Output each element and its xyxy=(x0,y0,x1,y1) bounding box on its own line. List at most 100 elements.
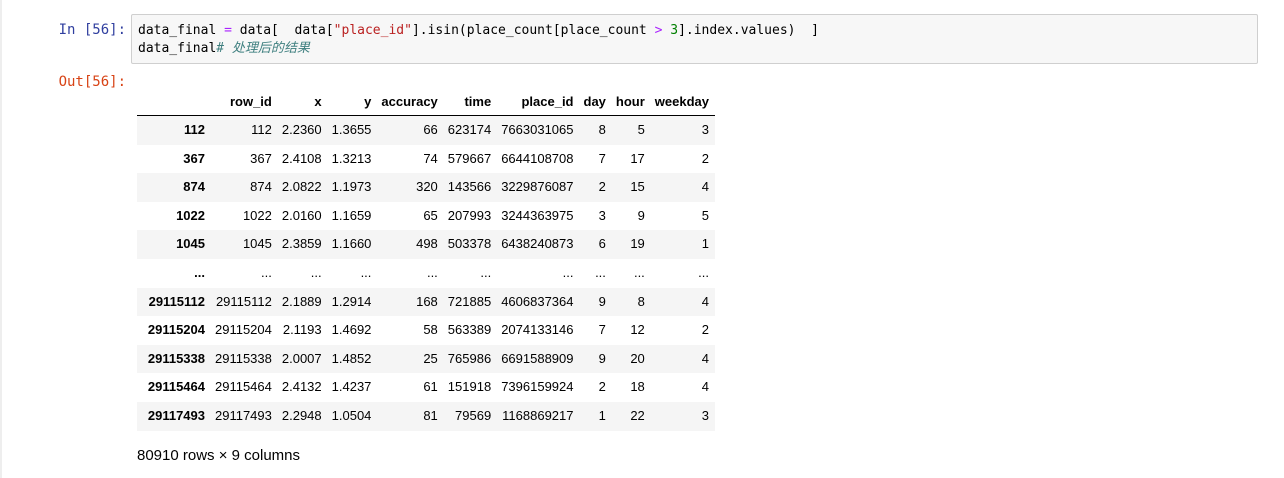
table-cell: 29117493 xyxy=(215,407,272,423)
column-header-y: y xyxy=(321,88,372,116)
table-cell: 2.1193 xyxy=(282,322,322,338)
table-cell: 2.1889 xyxy=(281,293,322,309)
table-cell: ... xyxy=(633,264,645,280)
table-cell: 1.1973 xyxy=(331,179,372,195)
table-cell: 25 xyxy=(423,350,438,366)
column-header-time: time xyxy=(437,88,492,116)
notebook-cell: In [56]: data_final = data[ data["place_… xyxy=(0,0,1284,478)
table-row: 29115112 29115112 2.1889 1.2914 168 721885 460… xyxy=(137,287,715,317)
table-cell: 765986 xyxy=(447,350,492,366)
table-cell: ... xyxy=(562,264,574,280)
column-header-place-id: place_id xyxy=(491,88,574,116)
table-cell: 8 xyxy=(637,293,645,309)
table-cell: 2.2360 xyxy=(281,122,322,137)
table-cell: 4 xyxy=(701,379,709,395)
code-token: ].index.values) ] xyxy=(678,23,819,38)
table-cell: 1.1659 xyxy=(331,207,372,223)
table-cell: 58 xyxy=(423,322,438,338)
table-cell: 1.0504 xyxy=(331,407,372,423)
table-cell: 7 xyxy=(598,322,606,338)
table-cell: 143566 xyxy=(447,179,492,195)
table-row: 1045 1045 2.3859 1.1660 498 503378 6438240873 6… xyxy=(137,230,715,259)
table-cell: 19 xyxy=(630,236,645,252)
table-cell: 4 xyxy=(701,293,709,309)
table-cell: 6 xyxy=(598,236,606,252)
row-index: 112 xyxy=(184,122,205,137)
table-cell: ... xyxy=(310,264,322,280)
code-token: # 处理后的结果 xyxy=(216,41,310,56)
table-cell: 3 xyxy=(701,407,709,423)
table-cell: 7396159924 xyxy=(501,379,574,395)
table-row: 29115464 29115464 2.4132 1.4237 61 151918 7396… xyxy=(137,373,715,402)
table-cell: 65 xyxy=(423,207,438,223)
table-cell: ... xyxy=(426,264,438,280)
table-cell: 12 xyxy=(630,322,645,338)
table-cell: 168 xyxy=(416,293,438,309)
table-cell: 29115338 xyxy=(215,350,272,366)
table-cell: 7 xyxy=(598,150,606,166)
table-cell: 1 xyxy=(598,407,606,423)
table-cell: 2.4132 xyxy=(281,379,322,395)
table-cell: 3 xyxy=(701,122,709,137)
column-header-accuracy: accuracy xyxy=(371,88,438,116)
table-cell: 2 xyxy=(701,322,709,338)
table-cell: 112 xyxy=(251,122,272,137)
table-cell: 2.4108 xyxy=(281,150,322,166)
table-row: .............................. xyxy=(137,258,715,288)
table-cell: 721885 xyxy=(447,293,492,309)
table-cell: 2.0822 xyxy=(281,179,322,195)
table-cell: 79569 xyxy=(455,407,492,423)
table-cell: 17 xyxy=(630,150,645,166)
table-cell: 1022 xyxy=(242,207,272,223)
code-token: 3 xyxy=(670,23,679,38)
table-cell: 8 xyxy=(598,122,606,137)
code-line-1: data_final = data[ data["place_id"].isin… xyxy=(138,23,819,38)
table-cell: ... xyxy=(480,264,492,280)
table-cell: 579667 xyxy=(447,150,492,166)
table-cell: 3229876087 xyxy=(501,179,574,195)
row-index: 1022 xyxy=(176,207,205,223)
column-header-row-id: row_id xyxy=(205,88,272,116)
table-cell: ... xyxy=(595,264,606,280)
table-cell: 20 xyxy=(630,350,645,366)
row-index: 29115464 xyxy=(147,379,205,395)
table-cell: 3 xyxy=(598,207,606,223)
table-cell: 1.4692 xyxy=(331,322,372,338)
table-cell: 81 xyxy=(423,407,438,423)
table-cell: 2 xyxy=(598,179,606,195)
table-cell: 1.3213 xyxy=(331,150,372,166)
row-index: 29117493 xyxy=(147,407,205,423)
table-cell: 1.4852 xyxy=(331,350,372,366)
column-header-day: day xyxy=(573,88,606,116)
table-row: 29117493 29117493 2.2948 1.0504 81 79569 11688… xyxy=(137,401,715,431)
table-cell: 498 xyxy=(416,236,438,252)
table-cell: 1.4237 xyxy=(331,379,372,395)
table-cell: 9 xyxy=(598,293,606,309)
code-editor[interactable]: data_final = data[ data["place_id"].isin… xyxy=(138,22,819,58)
column-header-weekday: weekday xyxy=(644,88,715,116)
table-row: 112 112 2.2360 1.3655 66 623174 7663031065 8 5 3 xyxy=(137,115,715,145)
table-cell: 1045 xyxy=(242,236,272,252)
row-index: 29115112 xyxy=(148,293,205,309)
code-input-area[interactable]: data_final = data[ data["place_id"].isin… xyxy=(131,14,1258,64)
table-cell: 1 xyxy=(701,236,709,252)
table-cell: 2 xyxy=(598,379,606,395)
code-line-2: data_final# 处理后的结果 xyxy=(138,41,310,56)
table-cell: 5 xyxy=(701,207,709,223)
code-token: "place_id" xyxy=(333,23,412,38)
table-cell: 503378 xyxy=(447,236,492,252)
table-cell: 2.0160 xyxy=(281,207,322,223)
table-cell: ... xyxy=(360,264,372,280)
table-row: 29115338 29115338 2.0007 1.4852 25 765986 6691… xyxy=(137,344,715,374)
index-header xyxy=(137,88,205,116)
table-cell: 2.0007 xyxy=(281,350,322,366)
table-cell: 18 xyxy=(630,379,645,395)
table-cell: 151918 xyxy=(447,379,492,395)
table-cell: 9 xyxy=(637,207,645,223)
table-cell: 207993 xyxy=(447,207,492,223)
table-cell: 1168869217 xyxy=(502,407,574,423)
output-prompt: Out[56]: xyxy=(58,74,126,90)
row-index: 874 xyxy=(183,179,205,195)
table-cell: 4 xyxy=(701,350,709,366)
table-cell: 15 xyxy=(630,179,645,195)
